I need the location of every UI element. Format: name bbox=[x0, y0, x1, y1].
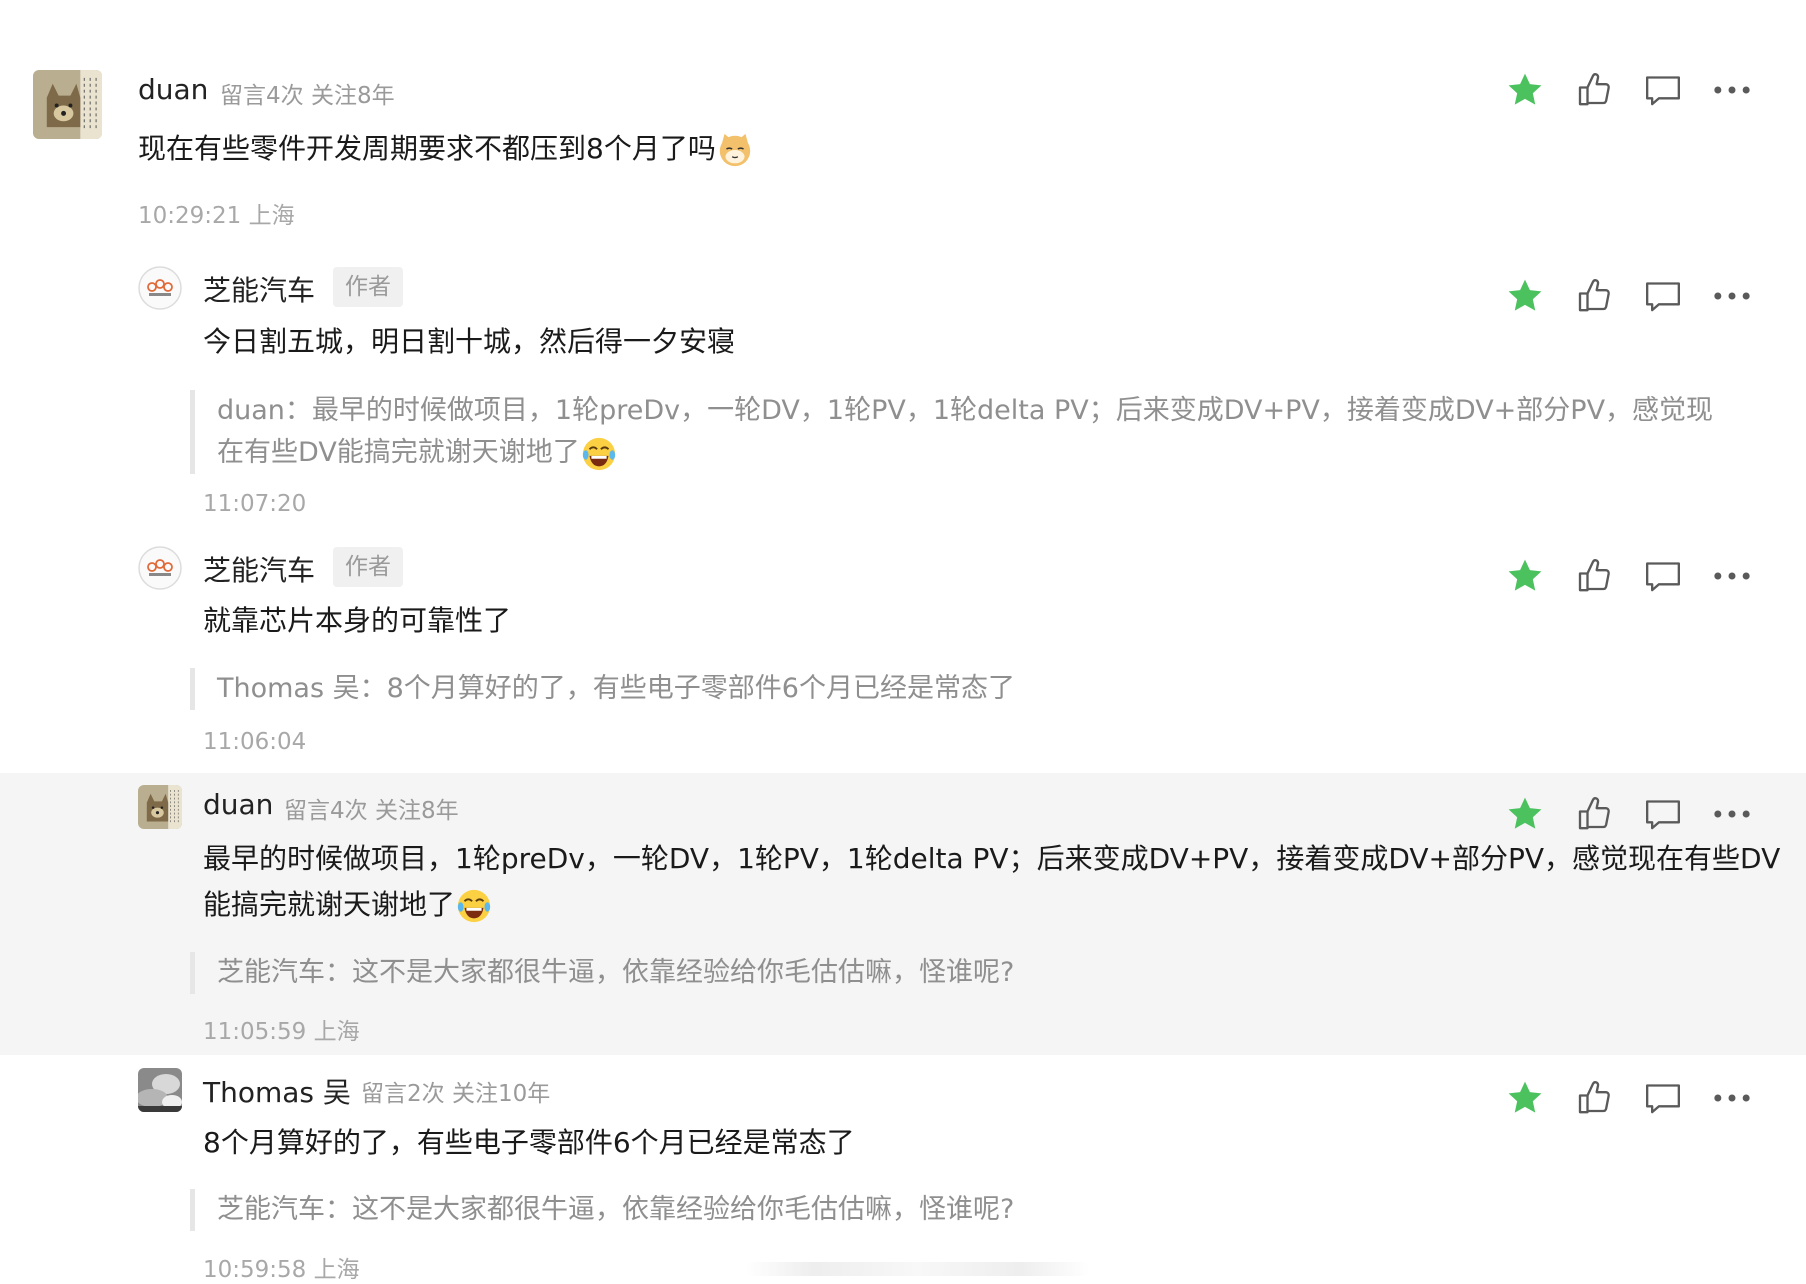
comment-icon[interactable] bbox=[1641, 556, 1685, 596]
author-badge: 作者 bbox=[333, 547, 403, 587]
comment-text: 现在有些零件开发周期要求不都压到8个月了吗 bbox=[138, 126, 754, 172]
comment-icon[interactable] bbox=[1641, 276, 1685, 316]
user-name[interactable]: Thomas 吴 bbox=[203, 1071, 351, 1111]
comment-actions bbox=[1503, 276, 1763, 316]
user-name[interactable]: 芝能汽车 bbox=[203, 549, 315, 589]
timestamp: 11:07:20 bbox=[203, 491, 307, 517]
timestamp: 10:59:58 上海 bbox=[203, 1257, 360, 1283]
comment-text-line: 最早的时候做项目，1轮preDv，一轮DV，1轮PV，1轮delta PV；后来… bbox=[203, 842, 1781, 875]
quoted-reply: duan：最早的时候做项目，1轮preDv，一轮DV，1轮PV，1轮delta … bbox=[190, 390, 1777, 474]
comment-actions bbox=[1503, 556, 1763, 596]
more-icon[interactable] bbox=[1710, 1078, 1754, 1118]
timestamp: 11:05:59 上海 bbox=[203, 1019, 360, 1045]
quote-line: 在有些DV能搞完就谢天谢地了 bbox=[217, 432, 1777, 474]
comment-text-body: 现在有些零件开发周期要求不都压到8个月了吗 bbox=[138, 132, 716, 165]
star-icon[interactable] bbox=[1503, 1078, 1547, 1118]
user-meta: 留言2次 关注10年 bbox=[361, 1081, 551, 1107]
avatar[interactable] bbox=[138, 1068, 182, 1112]
comment-icon[interactable] bbox=[1641, 1078, 1685, 1118]
thumbs-up-icon[interactable] bbox=[1573, 1078, 1617, 1118]
laughing-emoji-icon bbox=[580, 435, 618, 473]
avatar[interactable] bbox=[138, 266, 182, 310]
author-badge: 作者 bbox=[333, 267, 403, 307]
comment-icon[interactable] bbox=[1641, 70, 1685, 110]
user-meta: 留言4次 关注8年 bbox=[284, 798, 459, 824]
quote-line-text: 在有些DV能搞完就谢天谢地了 bbox=[217, 437, 580, 468]
timestamp: 11:06:04 bbox=[203, 729, 307, 755]
cat-emoji-icon bbox=[716, 131, 754, 169]
thumbs-up-icon[interactable] bbox=[1573, 70, 1617, 110]
comment-text-line-body: 能搞完就谢天谢地了 bbox=[203, 888, 456, 921]
comment-text: 最早的时候做项目，1轮preDv，一轮DV，1轮PV，1轮delta PV；后来… bbox=[203, 836, 1780, 928]
user-name[interactable]: duan bbox=[203, 788, 273, 821]
star-icon[interactable] bbox=[1503, 556, 1547, 596]
comment-text: 就靠芯片本身的可靠性了 bbox=[203, 604, 512, 637]
avatar[interactable] bbox=[138, 785, 182, 829]
comment-text-line: 能搞完就谢天谢地了 bbox=[203, 882, 1780, 928]
more-icon[interactable] bbox=[1710, 70, 1754, 110]
comment-text: 今日割五城，明日割十城，然后得一夕安寝 bbox=[203, 325, 736, 358]
avatar[interactable] bbox=[138, 546, 182, 590]
comment-actions bbox=[1503, 1078, 1763, 1118]
avatar[interactable] bbox=[33, 70, 102, 139]
laughing-emoji-icon bbox=[455, 887, 493, 925]
more-icon[interactable] bbox=[1710, 794, 1754, 834]
thumbs-up-icon[interactable] bbox=[1573, 794, 1617, 834]
quoted-reply: 芝能汽车：这不是大家都很牛逼，依靠经验给你毛估估嘛，怪谁呢? bbox=[190, 952, 1014, 994]
user-name[interactable]: 芝能汽车 bbox=[203, 269, 315, 309]
user-meta: 留言4次 关注8年 bbox=[220, 83, 395, 109]
quote-line: duan：最早的时候做项目，1轮preDv，一轮DV，1轮PV，1轮delta … bbox=[217, 395, 1714, 426]
thumbs-up-icon[interactable] bbox=[1573, 276, 1617, 316]
comment-actions bbox=[1503, 794, 1763, 834]
star-icon[interactable] bbox=[1503, 276, 1547, 316]
star-icon[interactable] bbox=[1503, 70, 1547, 110]
comment-text: 8个月算好的了，有些电子零部件6个月已经是常态了 bbox=[203, 1126, 855, 1159]
timestamp: 10:29:21 上海 bbox=[138, 203, 295, 229]
comment-icon[interactable] bbox=[1641, 794, 1685, 834]
more-icon[interactable] bbox=[1710, 556, 1754, 596]
user-name[interactable]: duan bbox=[138, 73, 208, 106]
more-icon[interactable] bbox=[1710, 276, 1754, 316]
blurred-overlay bbox=[745, 1262, 1090, 1276]
quoted-reply: Thomas 吴：8个月算好的了，有些电子零部件6个月已经是常态了 bbox=[190, 668, 1015, 710]
thumbs-up-icon[interactable] bbox=[1573, 556, 1617, 596]
quoted-reply: 芝能汽车：这不是大家都很牛逼，依靠经验给你毛估估嘛，怪谁呢? bbox=[190, 1189, 1014, 1231]
star-icon[interactable] bbox=[1503, 794, 1547, 834]
comment-actions bbox=[1503, 70, 1763, 110]
